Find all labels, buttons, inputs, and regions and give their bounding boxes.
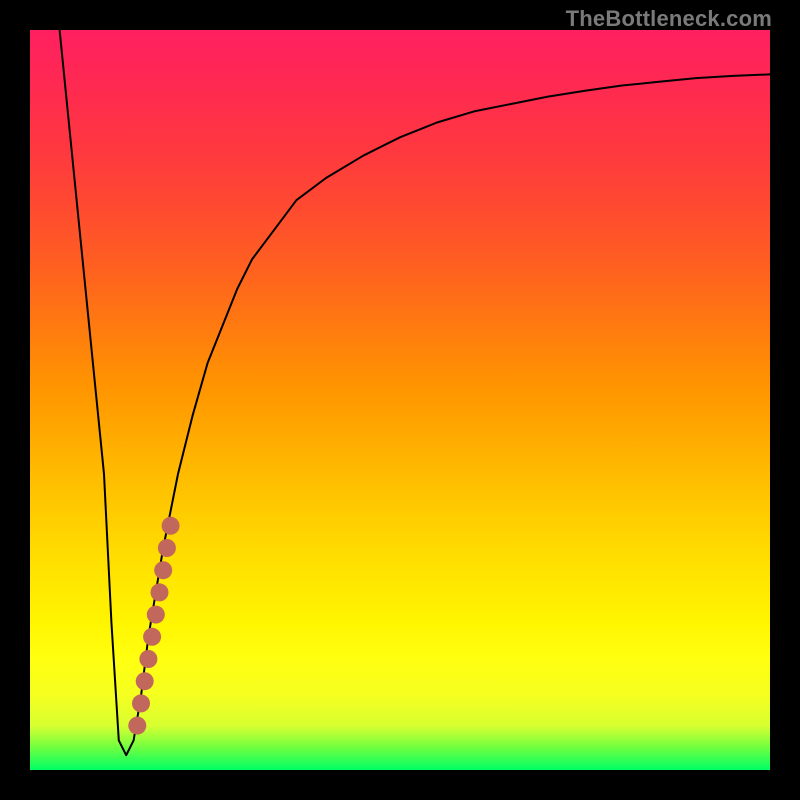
highlight-dot (151, 583, 169, 601)
highlight-dot (139, 650, 157, 668)
highlight-dot (128, 717, 146, 735)
highlight-dot (147, 606, 165, 624)
highlight-dot (136, 672, 154, 690)
highlight-dot (154, 561, 172, 579)
watermark-text: TheBottleneck.com (566, 6, 772, 32)
plot-area (30, 30, 770, 770)
highlight-segment (128, 517, 179, 735)
bottleneck-curve (60, 30, 770, 755)
highlight-dot (132, 694, 150, 712)
highlight-dot (143, 628, 161, 646)
chart-svg (30, 30, 770, 770)
highlight-dot (162, 517, 180, 535)
highlight-dot (158, 539, 176, 557)
chart-frame: TheBottleneck.com (0, 0, 800, 800)
